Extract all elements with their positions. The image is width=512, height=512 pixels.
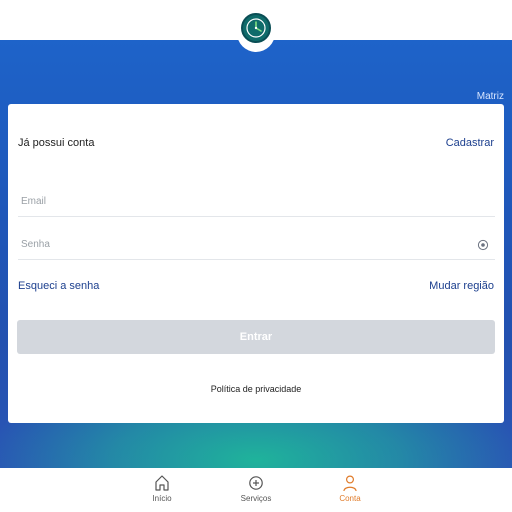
clock-logo-icon [241, 13, 271, 43]
password-field [18, 230, 495, 260]
branch-label[interactable]: Matriz [477, 91, 504, 102]
login-card: Já possui conta Cadastrar Esqueci a senh… [8, 104, 504, 423]
password-input[interactable] [18, 230, 495, 259]
register-link[interactable]: Cadastrar [446, 137, 494, 149]
email-field [18, 187, 495, 217]
nav-label-inicio: Início [152, 494, 172, 503]
bottom-nav: Início Serviços Conta [0, 468, 512, 512]
login-button[interactable]: Entrar [17, 320, 495, 354]
email-input[interactable] [18, 187, 495, 216]
home-icon [155, 475, 169, 491]
nav-item-inicio[interactable]: Início [132, 474, 192, 503]
eye-icon[interactable] [477, 239, 489, 251]
app-logo [237, 4, 275, 52]
change-region-link[interactable]: Mudar região [429, 280, 494, 292]
nav-label-conta: Conta [339, 494, 361, 503]
nav-item-conta[interactable]: Conta [320, 474, 380, 503]
nav-label-servicos: Serviços [240, 494, 272, 503]
plus-circle-icon [249, 476, 263, 490]
user-icon [343, 475, 357, 492]
nav-item-servicos[interactable]: Serviços [226, 474, 286, 503]
forgot-password-link[interactable]: Esqueci a senha [18, 280, 99, 292]
have-account-heading: Já possui conta [18, 137, 95, 149]
privacy-policy-link[interactable]: Política de privacidade [8, 384, 504, 394]
